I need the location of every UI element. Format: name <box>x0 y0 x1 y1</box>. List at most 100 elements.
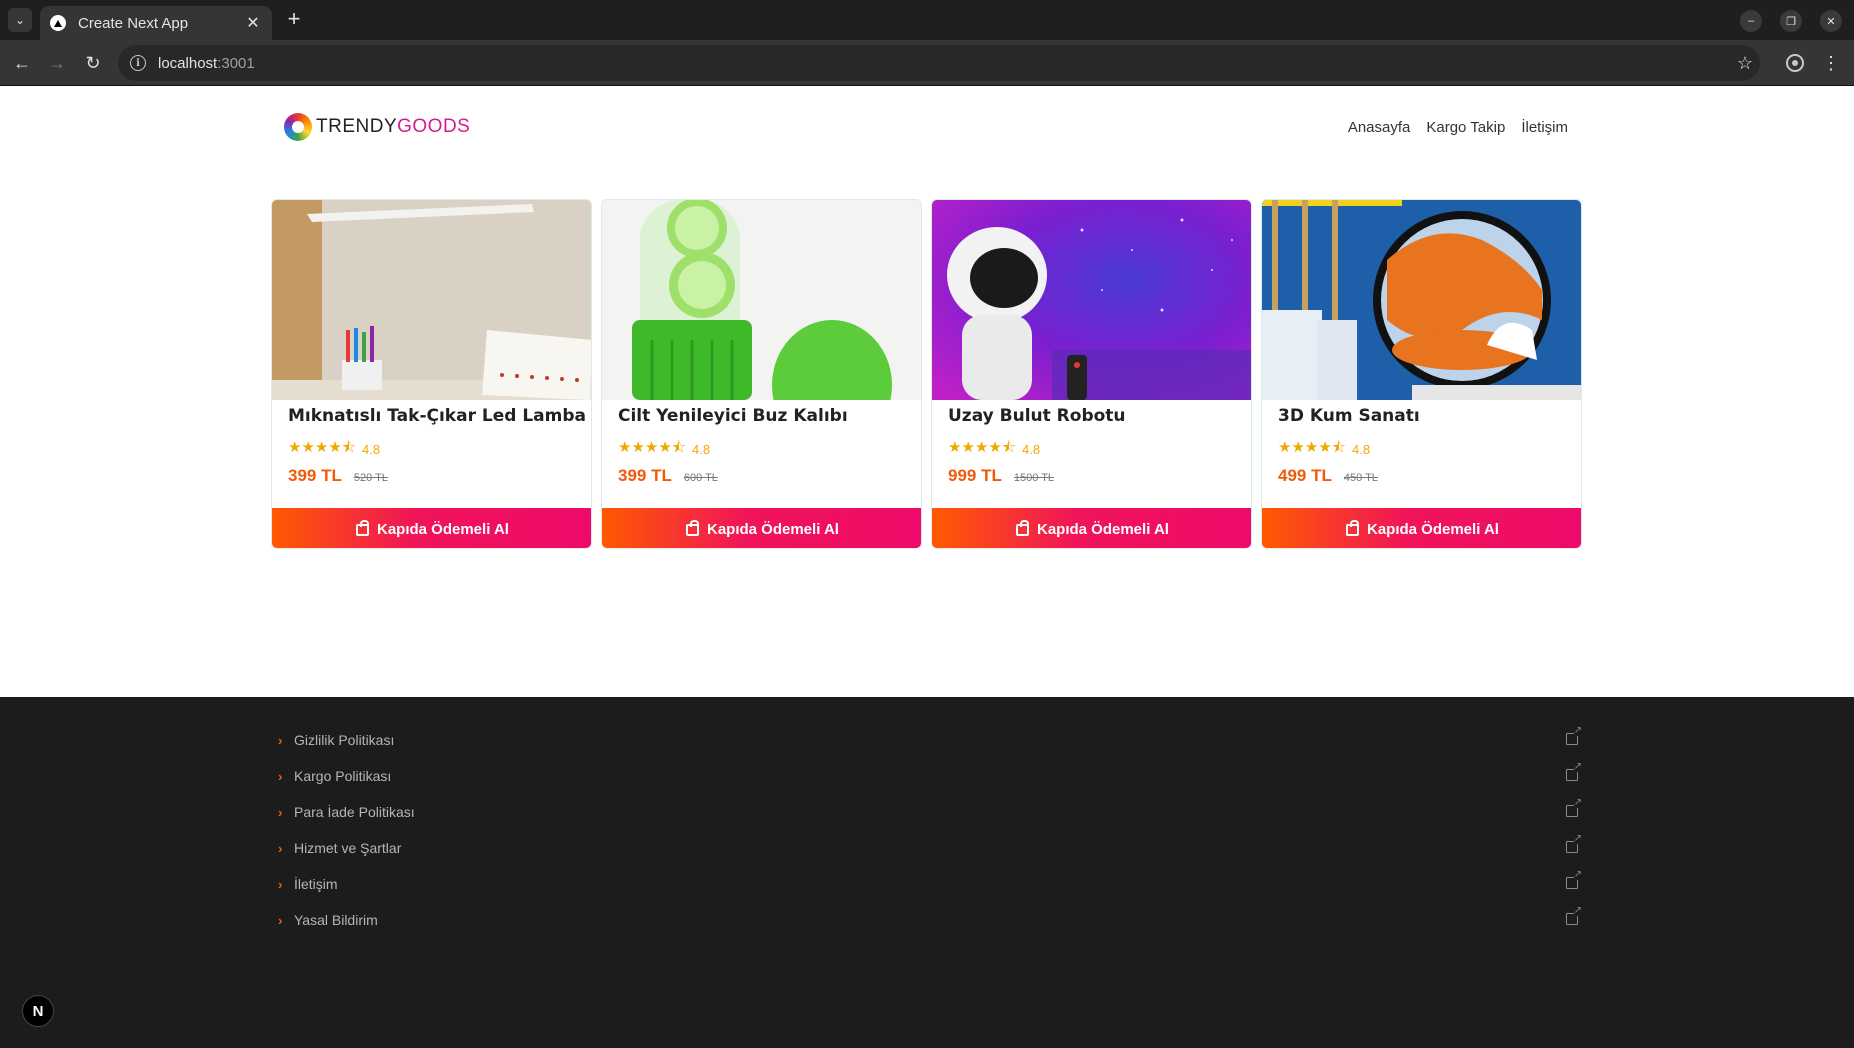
product-price: 399 TL <box>288 466 342 485</box>
rating-stars-icon: ★★★★⯪ <box>1278 439 1346 456</box>
external-link-icon[interactable] <box>1566 762 1582 781</box>
nav-link-anasayfa[interactable]: Anasayfa <box>1348 119 1411 136</box>
footer-link-label: Gizlilik Politikası <box>294 732 395 748</box>
product-card[interactable]: Mıknatıslı Tak-Çıkar Led Lamba ★★★★⯪ 4.8… <box>271 199 592 549</box>
product-image-led-lamp[interactable] <box>272 200 591 400</box>
tab-close-icon[interactable]: ✕ <box>244 13 262 33</box>
bookmark-star-icon[interactable]: ☆ <box>1733 51 1757 75</box>
external-link-icon[interactable] <box>1566 834 1582 853</box>
footer-link-kargo[interactable]: › Kargo Politikası <box>278 758 1582 794</box>
external-link-icon[interactable] <box>1566 906 1582 925</box>
footer-link-gizlilik[interactable]: › Gizlilik Politikası <box>278 722 1582 758</box>
browser-tab-bar: ⌄ Create Next App ✕ + – ❐ ✕ <box>0 0 1854 40</box>
footer-link-hizmet[interactable]: › Hizmet ve Şartlar <box>278 830 1582 866</box>
price-row: 999 TL 1500 TL <box>948 466 1054 486</box>
product-old-price: 450 TL <box>1343 472 1378 484</box>
product-image-ice-mold[interactable] <box>602 200 921 400</box>
nextjs-dev-indicator-icon[interactable]: N <box>22 995 54 1027</box>
logo-text-goods: GOODS <box>397 116 471 137</box>
buy-button-label: Kapıda Ödemeli Al <box>377 520 509 538</box>
nextjs-favicon-icon <box>50 15 66 31</box>
product-title[interactable]: Uzay Bulut Robotu <box>948 406 1126 426</box>
product-price: 999 TL <box>948 466 1002 485</box>
main-nav: Anasayfa Kargo Takip İletişim <box>1348 119 1568 136</box>
buy-cash-on-delivery-button[interactable]: Kapıda Ödemeli Al <box>272 508 591 548</box>
footer-link-iletisim[interactable]: › İletişim <box>278 866 1582 902</box>
buy-cash-on-delivery-button[interactable]: Kapıda Ödemeli Al <box>932 508 1251 548</box>
footer-link-label: Kargo Politikası <box>294 768 392 784</box>
product-title[interactable]: Cilt Yenileyici Buz Kalıbı <box>618 406 848 426</box>
external-link-icon[interactable] <box>1566 870 1582 889</box>
footer-link-para-iade[interactable]: › Para İade Politikası <box>278 794 1582 830</box>
site-footer: › Gizlilik Politikası › Kargo Politikası… <box>0 697 1854 1048</box>
buy-button-label: Kapıda Ödemeli Al <box>1037 520 1169 538</box>
menu-dots-icon[interactable]: ⋮ <box>1819 51 1843 75</box>
browser-tab[interactable]: Create Next App ✕ <box>40 6 272 40</box>
buy-cash-on-delivery-button[interactable]: Kapıda Ödemeli Al <box>602 508 921 548</box>
product-rating: ★★★★⯪ 4.8 <box>288 437 380 462</box>
footer-link-label: Hizmet ve Şartlar <box>294 840 402 856</box>
logo-text-trendy: TRENDY <box>316 116 398 137</box>
page: TRENDY GOODS Anasayfa Kargo Takip İletişi… <box>0 87 1854 1048</box>
profile-icon[interactable] <box>1783 51 1807 75</box>
window-close-icon[interactable]: ✕ <box>1820 10 1842 32</box>
product-old-price: 1500 TL <box>1013 472 1055 484</box>
rating-value: 4.8 <box>1352 442 1371 457</box>
product-price: 499 TL <box>1278 466 1332 485</box>
footer-link-yasal[interactable]: › Yasal Bildirim <box>278 902 1582 938</box>
product-card[interactable]: Uzay Bulut Robotu ★★★★⯪ 4.8 999 TL 1500 … <box>931 199 1252 549</box>
rating-stars-icon: ★★★★⯪ <box>948 439 1016 456</box>
external-link-icon[interactable] <box>1566 726 1582 745</box>
product-old-price: 600 TL <box>683 472 718 484</box>
footer-link-label: İletişim <box>294 876 338 892</box>
product-card[interactable]: 3D Kum Sanatı ★★★★⯪ 4.8 499 TL 450 TL Ka… <box>1261 199 1582 549</box>
price-row: 399 TL 600 TL <box>618 466 718 486</box>
rating-stars-icon: ★★★★⯪ <box>618 439 686 456</box>
nav-link-iletisim[interactable]: İletişim <box>1521 119 1568 136</box>
site-logo[interactable]: TRENDY GOODS <box>284 113 470 141</box>
new-tab-plus-icon[interactable]: + <box>282 8 306 32</box>
chevron-right-icon: › <box>278 840 283 856</box>
tab-title: Create Next App <box>78 14 189 32</box>
shopping-bag-icon <box>686 520 699 536</box>
product-rating: ★★★★⯪ 4.8 <box>948 437 1040 462</box>
nav-link-kargo-takip[interactable]: Kargo Takip <box>1426 119 1505 136</box>
tab-search-chevron-down-icon[interactable]: ⌄ <box>8 8 32 32</box>
product-rating: ★★★★⯪ 4.8 <box>618 437 710 462</box>
reload-icon[interactable]: ↻ <box>81 51 105 75</box>
shopping-bag-icon <box>1016 520 1029 536</box>
product-price: 399 TL <box>618 466 672 485</box>
external-link-icon[interactable] <box>1566 798 1582 817</box>
rating-value: 4.8 <box>1022 442 1041 457</box>
product-rating: ★★★★⯪ 4.8 <box>1278 437 1370 462</box>
footer-link-label: Yasal Bildirim <box>294 912 378 928</box>
restore-icon[interactable]: ❐ <box>1780 10 1802 32</box>
chevron-right-icon: › <box>278 912 283 928</box>
site-info-icon[interactable]: i <box>130 55 146 71</box>
buy-button-label: Kapıda Ödemeli Al <box>707 520 839 538</box>
product-title[interactable]: 3D Kum Sanatı <box>1278 406 1420 426</box>
chevron-right-icon: › <box>278 768 283 784</box>
product-image-space-robot[interactable] <box>932 200 1251 400</box>
forward-arrow-icon[interactable]: → <box>45 51 69 75</box>
browser-toolbar: ← → ↻ i localhost:3001 ☆ ⋮ <box>0 40 1854 86</box>
buy-cash-on-delivery-button[interactable]: Kapıda Ödemeli Al <box>1262 508 1581 548</box>
footer-links: › Gizlilik Politikası › Kargo Politikası… <box>278 722 1582 938</box>
rating-value: 4.8 <box>692 442 711 457</box>
footer-link-label: Para İade Politikası <box>294 804 415 820</box>
minimize-icon[interactable]: – <box>1740 10 1762 32</box>
address-bar[interactable]: i localhost:3001 <box>118 45 1760 81</box>
logo-globe-icon <box>284 113 312 141</box>
price-row: 499 TL 450 TL <box>1278 466 1378 486</box>
product-old-price: 520 TL <box>353 472 388 484</box>
product-grid: Mıknatıslı Tak-Çıkar Led Lamba ★★★★⯪ 4.8… <box>271 199 1583 551</box>
product-image-sand-art[interactable] <box>1262 200 1581 400</box>
buy-button-label: Kapıda Ödemeli Al <box>1367 520 1499 538</box>
back-arrow-icon[interactable]: ← <box>10 51 34 75</box>
chevron-right-icon: › <box>278 732 283 748</box>
shopping-bag-icon <box>356 520 369 536</box>
product-title[interactable]: Mıknatıslı Tak-Çıkar Led Lamba <box>288 406 586 426</box>
chevron-right-icon: › <box>278 876 283 892</box>
rating-stars-icon: ★★★★⯪ <box>288 439 356 456</box>
product-card[interactable]: Cilt Yenileyici Buz Kalıbı ★★★★⯪ 4.8 399… <box>601 199 922 549</box>
